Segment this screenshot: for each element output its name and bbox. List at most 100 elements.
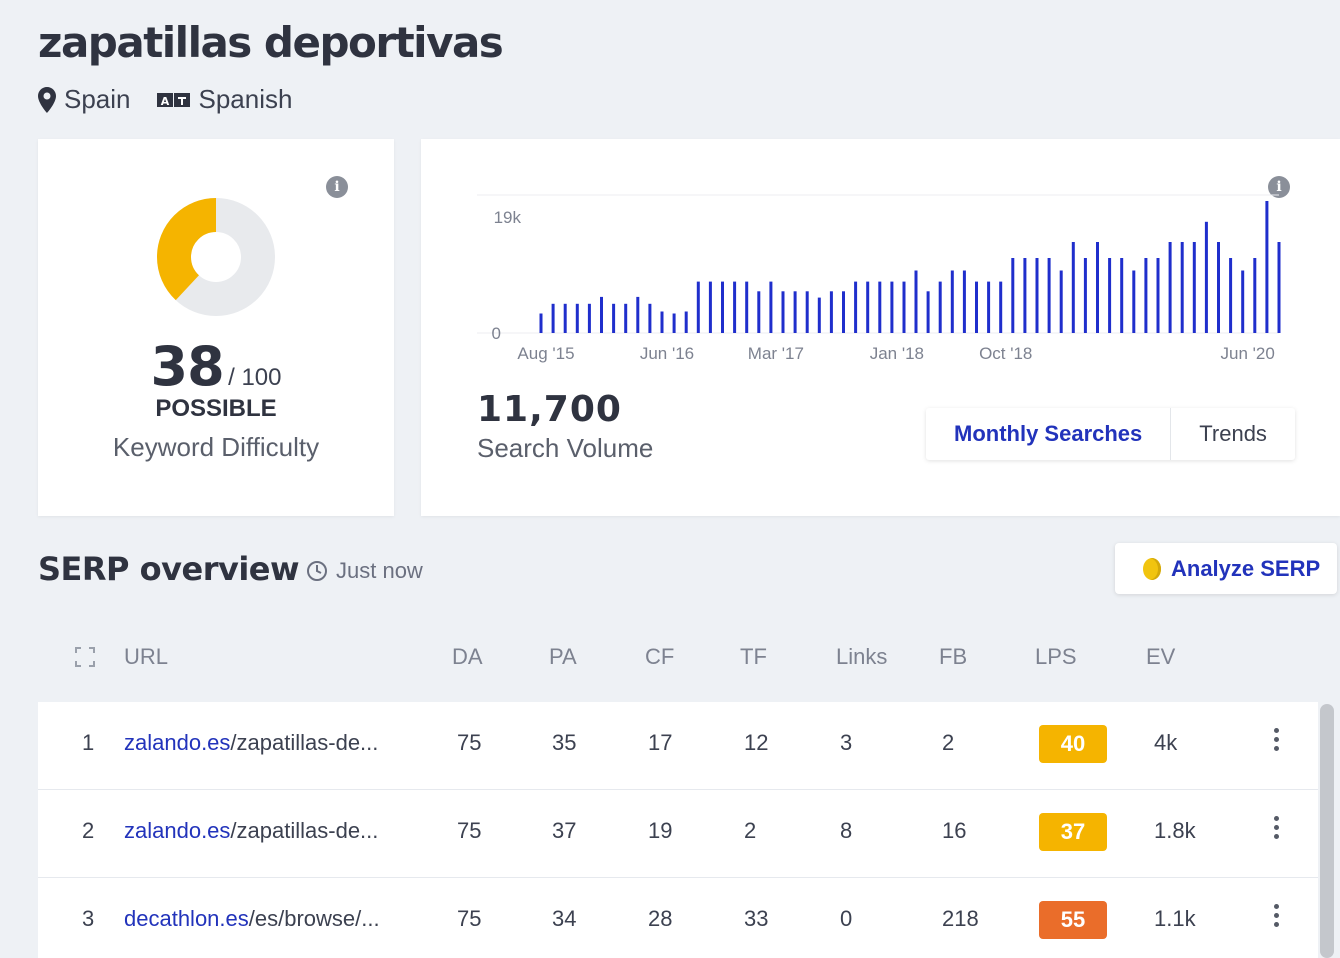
volume-bar[interactable] (962, 270, 966, 334)
tab-monthly-searches[interactable]: Monthly Searches (926, 408, 1172, 460)
column-tf[interactable]: TF (740, 644, 767, 670)
url-link[interactable]: zalando.es/zapatillas-de... (124, 818, 378, 844)
volume-bar[interactable] (1265, 201, 1269, 333)
table-row[interactable]: 1 zalando.es/zapatillas-de... 75 35 17 1… (38, 702, 1318, 790)
table-scrollbar[interactable] (1320, 704, 1334, 958)
analyze-serp-button[interactable]: Analyze SERP (1115, 543, 1337, 594)
volume-bar[interactable] (805, 291, 809, 333)
volume-bar[interactable] (1023, 258, 1027, 333)
volume-bar[interactable] (563, 303, 567, 333)
volume-bar[interactable] (793, 291, 797, 333)
volume-bar[interactable] (1108, 258, 1112, 333)
column-url[interactable]: URL (124, 644, 168, 670)
volume-bar[interactable] (1120, 258, 1124, 333)
ev-value: 4k (1154, 730, 1178, 755)
serp-overview-title: SERP overview (38, 550, 300, 588)
column-fb[interactable]: FB (939, 644, 967, 670)
info-icon[interactable]: i (326, 176, 348, 198)
volume-bar[interactable] (551, 303, 555, 333)
volume-bar[interactable] (721, 281, 724, 333)
volume-bar[interactable] (926, 291, 930, 333)
more-options-icon[interactable] (1274, 904, 1280, 931)
volume-bar[interactable] (1253, 258, 1257, 333)
volume-bar[interactable] (684, 311, 688, 334)
volume-bar[interactable] (636, 296, 640, 333)
volume-bar[interactable] (854, 281, 858, 333)
volume-bar[interactable] (878, 281, 882, 333)
url-link[interactable]: zalando.es/zapatillas-de... (124, 730, 378, 756)
keyword-difficulty-card: i 38 / 100 POSSIBLE Keyword Difficulty (38, 139, 394, 516)
pa-value: 37 (552, 818, 577, 843)
volume-bar[interactable] (1241, 270, 1245, 334)
more-options-icon[interactable] (1274, 816, 1280, 843)
volume-bar[interactable] (1144, 258, 1148, 333)
tab-trends[interactable]: Trends (1171, 408, 1295, 460)
column-ev[interactable]: EV (1146, 644, 1175, 670)
more-options-icon[interactable] (1274, 728, 1280, 755)
volume-bar[interactable] (1277, 242, 1281, 333)
volume-bar[interactable] (660, 311, 664, 334)
location-label: Spain (64, 84, 131, 114)
volume-bar[interactable] (1096, 242, 1099, 333)
table-row[interactable]: 2 zalando.es/zapatillas-de... 75 37 19 2… (38, 790, 1318, 878)
credit-coin-icon (1143, 557, 1161, 580)
table-row[interactable]: 3 decathlon.es/es/browse/... 75 34 28 33… (38, 878, 1318, 958)
volume-bar[interactable] (829, 291, 833, 333)
volume-bar[interactable] (575, 303, 579, 333)
url-path: /zapatillas-de... (230, 818, 379, 843)
volume-bar[interactable] (708, 281, 712, 333)
volume-bar[interactable] (781, 291, 785, 333)
volume-bar[interactable] (1229, 258, 1233, 333)
column-cf[interactable]: CF (645, 644, 674, 670)
column-lps[interactable]: LPS (1035, 644, 1077, 670)
volume-bar[interactable] (672, 313, 676, 334)
volume-bar[interactable] (1059, 270, 1063, 334)
volume-bar[interactable] (938, 281, 942, 333)
clock-icon (307, 561, 327, 581)
volume-bar[interactable] (987, 281, 991, 333)
volume-bar[interactable] (999, 281, 1003, 333)
volume-bar[interactable] (757, 291, 761, 333)
volume-bar[interactable] (1217, 242, 1220, 333)
volume-bar[interactable] (600, 296, 603, 333)
volume-bar[interactable] (1192, 242, 1196, 333)
volume-bar[interactable] (624, 303, 628, 333)
url-link[interactable]: decathlon.es/es/browse/... (124, 906, 380, 932)
volume-bar[interactable] (1011, 258, 1015, 333)
volume-bar[interactable] (1071, 242, 1075, 333)
volume-bar[interactable] (1156, 258, 1160, 333)
x-tick-label: Jun '16 (640, 344, 694, 363)
chart-tabs: Monthly Searches Trends (926, 408, 1295, 460)
column-da[interactable]: DA (452, 644, 483, 670)
volume-bar[interactable] (539, 313, 543, 334)
volume-bar[interactable] (587, 303, 591, 333)
volume-bar[interactable] (1083, 258, 1087, 333)
volume-bar[interactable] (1204, 221, 1208, 333)
pa-value: 34 (552, 906, 577, 931)
volume-bar[interactable] (1132, 270, 1136, 334)
column-links[interactable]: Links (836, 644, 887, 670)
volume-bar[interactable] (745, 281, 749, 333)
expand-icon[interactable] (75, 647, 95, 667)
volume-bar[interactable] (1168, 242, 1172, 333)
volume-bar[interactable] (648, 303, 652, 333)
volume-bar[interactable] (1035, 258, 1039, 333)
volume-bar[interactable] (769, 281, 773, 333)
volume-bar[interactable] (902, 281, 906, 333)
volume-bar[interactable] (914, 270, 918, 334)
difficulty-level: POSSIBLE (155, 395, 277, 422)
column-pa[interactable]: PA (549, 644, 577, 670)
volume-bar[interactable] (1047, 258, 1051, 333)
volume-bar[interactable] (733, 281, 737, 333)
volume-bar[interactable] (696, 281, 700, 333)
volume-bar[interactable] (817, 297, 821, 333)
volume-bar[interactable] (975, 281, 978, 333)
x-tick-label: Oct '18 (979, 344, 1032, 363)
volume-bar[interactable] (866, 281, 870, 333)
volume-bar[interactable] (842, 291, 845, 333)
volume-bar[interactable] (1180, 242, 1184, 333)
volume-bar[interactable] (950, 270, 954, 334)
volume-bar[interactable] (612, 303, 616, 333)
volume-bar[interactable] (890, 281, 894, 333)
keyword-title: zapatillas deportivas (38, 18, 504, 67)
